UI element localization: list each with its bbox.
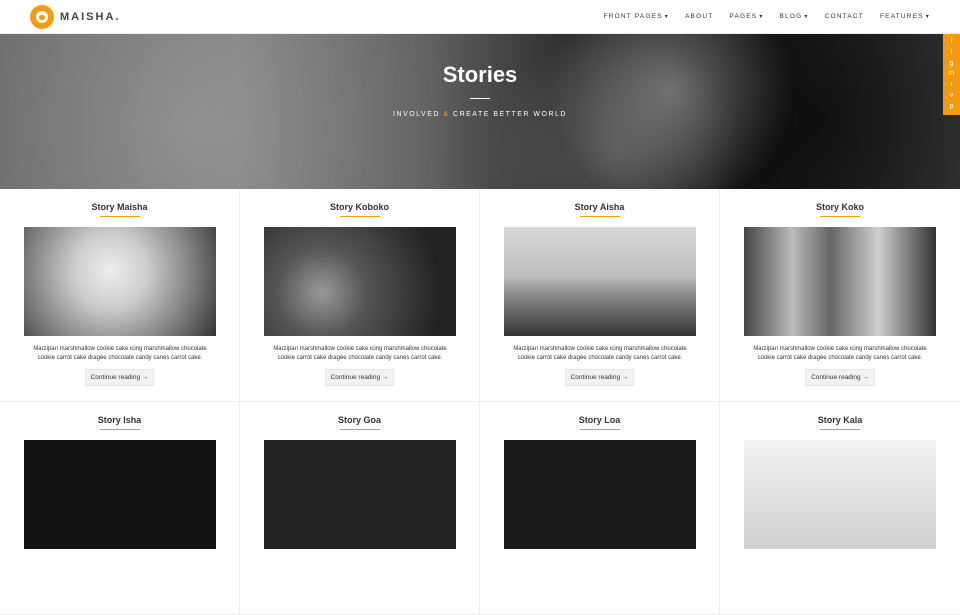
story-card: Story Isha (0, 402, 240, 615)
story-excerpt: Marzipan marshmallow cookie cake icing m… (753, 346, 927, 361)
story-image[interactable] (264, 227, 456, 336)
page-title: Stories (442, 62, 518, 87)
story-image[interactable] (264, 440, 456, 549)
nav-pages[interactable]: PAGES ▾ (729, 13, 763, 20)
vimeo-icon[interactable]: v (948, 92, 956, 100)
nav-contact[interactable]: CONTACT (825, 13, 864, 20)
hero-subtitle: INVOLVED & CREATE BETTER WORLD (0, 111, 960, 118)
site-header: MAISHA. FRONT PAGES ▾ ABOUT PAGES ▾ BLOG ▾ … (0, 0, 960, 34)
linkedin-icon[interactable]: in (948, 70, 956, 78)
stories-grid: Story Maisha Marzipan marshmallow cookie… (0, 189, 960, 615)
story-title[interactable]: Story Isha (0, 415, 239, 425)
story-title[interactable]: Story Aisha (480, 202, 719, 212)
story-excerpt: Marzipan marshmallow cookie cake icing m… (33, 346, 207, 361)
caret-down-icon: ▾ (664, 14, 669, 20)
social-sidebar: f t g in r v p (943, 34, 960, 115)
story-title[interactable]: Story Koko (720, 202, 960, 212)
story-card: Story Kala (720, 402, 960, 615)
story-card: Story Goa (240, 402, 480, 615)
story-card: Story Loa (480, 402, 720, 615)
nav-front-pages[interactable]: FRONT PAGES ▾ (604, 13, 669, 20)
nav-label: FEATURES (879, 13, 924, 20)
story-card: Story Maisha Marzipan marshmallow cookie… (0, 189, 240, 402)
nav-about[interactable]: ABOUT (685, 13, 713, 20)
story-image[interactable] (504, 440, 696, 549)
twitter-icon[interactable]: t (948, 49, 956, 57)
story-image[interactable] (24, 440, 216, 549)
site-logo[interactable]: MAISHA. (30, 4, 121, 29)
brand-name: MAISHA. (60, 10, 121, 23)
nav-blog[interactable]: BLOG ▾ (780, 13, 809, 20)
title-underline (580, 429, 620, 430)
continue-reading-button[interactable]: Continue reading → (84, 369, 155, 386)
story-card: Story Koko Marzipan marshmallow cookie c… (720, 189, 960, 402)
subtitle-part1: INVOLVED (393, 111, 440, 118)
story-image[interactable] (744, 440, 936, 549)
caret-down-icon: ▾ (804, 14, 809, 20)
title-underline (820, 429, 860, 430)
story-title[interactable]: Story Koboko (240, 202, 479, 212)
story-image[interactable] (24, 227, 216, 336)
hero-banner: Stories INVOLVED & CREATE BETTER WORLD (0, 34, 960, 189)
main-nav: FRONT PAGES ▾ ABOUT PAGES ▾ BLOG ▾ CONTACT … (604, 13, 930, 20)
google-plus-icon[interactable]: g (948, 60, 956, 68)
story-title[interactable]: Story Loa (480, 415, 719, 425)
story-excerpt: Marzipan marshmallow cookie cake icing m… (513, 346, 687, 361)
monkey-logo-icon (30, 4, 54, 29)
caret-down-icon: ▾ (759, 14, 764, 20)
nav-label: ABOUT (685, 13, 714, 20)
subtitle-ampersand: & (443, 111, 450, 118)
nav-label: BLOG (779, 13, 803, 20)
title-underline (340, 216, 380, 217)
story-image[interactable] (744, 227, 936, 336)
story-excerpt: Marzipan marshmallow cookie cake icing m… (273, 346, 447, 361)
caret-down-icon: ▾ (925, 14, 930, 20)
title-underline (100, 216, 140, 217)
story-card: Story Aisha Marzipan marshmallow cookie … (480, 189, 720, 402)
nav-features[interactable]: FEATURES ▾ (880, 13, 930, 20)
story-title[interactable]: Story Goa (240, 415, 479, 425)
story-card: Story Koboko Marzipan marshmallow cookie… (240, 189, 480, 402)
story-title[interactable]: Story Maisha (0, 202, 239, 212)
hero-divider (470, 98, 490, 99)
facebook-icon[interactable]: f (948, 38, 956, 46)
title-underline (580, 216, 620, 217)
continue-reading-button[interactable]: Continue reading → (805, 369, 875, 386)
subtitle-part2: CREATE BETTER WORLD (453, 111, 567, 118)
nav-label: CONTACT (824, 13, 864, 20)
title-underline (340, 429, 380, 430)
title-underline (100, 429, 140, 430)
continue-reading-button[interactable]: Continue reading → (564, 369, 635, 386)
title-underline (820, 216, 860, 217)
nav-label: FRONT PAGES (603, 13, 663, 20)
rss-icon[interactable]: r (948, 81, 956, 89)
continue-reading-button[interactable]: Continue reading → (324, 369, 395, 386)
nav-label: PAGES (729, 13, 758, 20)
story-title[interactable]: Story Kala (720, 415, 960, 425)
pinterest-icon[interactable]: p (948, 103, 956, 111)
story-image[interactable] (504, 227, 696, 336)
